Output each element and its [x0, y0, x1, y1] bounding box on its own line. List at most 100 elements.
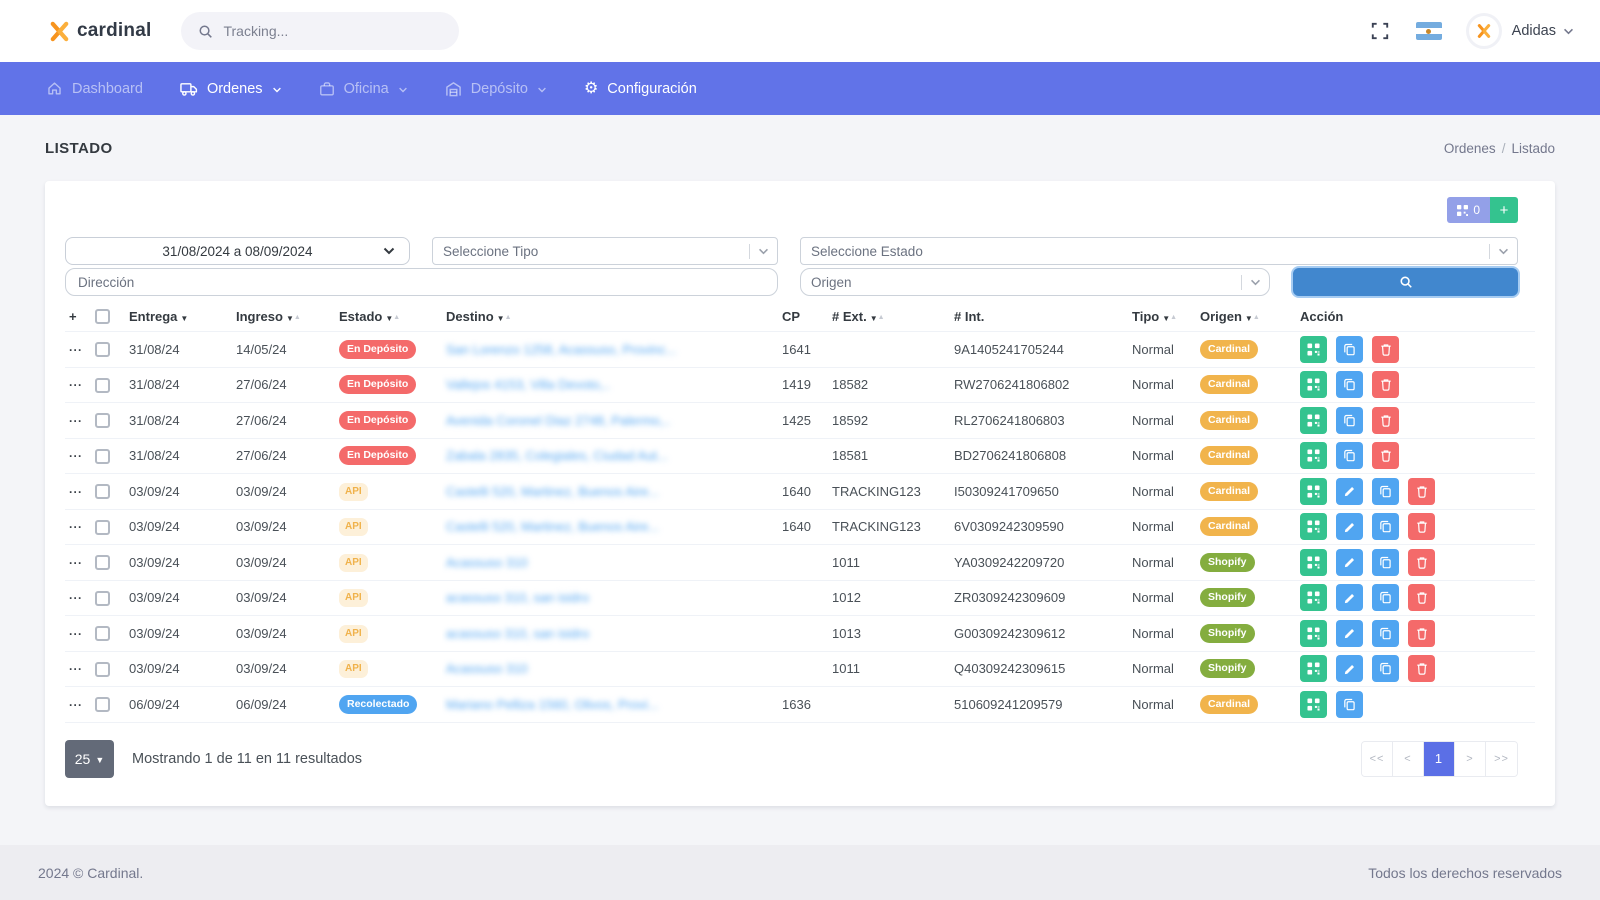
destino-link[interactable]: San Lorenzo 1258, Acassuso, Provinc...: [446, 342, 677, 357]
row-expand-toggle[interactable]: ···: [69, 378, 83, 392]
copy-button[interactable]: [1372, 655, 1399, 682]
copy-button[interactable]: [1372, 478, 1399, 505]
destino-link[interactable]: acassuso 310, san isidro: [446, 626, 589, 641]
edit-button[interactable]: [1336, 478, 1363, 505]
copy-button[interactable]: [1372, 584, 1399, 611]
user-menu[interactable]: Adidas: [1512, 23, 1556, 39]
delete-button[interactable]: [1408, 549, 1435, 576]
copy-button[interactable]: [1372, 549, 1399, 576]
delete-button[interactable]: [1372, 371, 1399, 398]
row-expand-toggle[interactable]: ···: [69, 556, 83, 570]
qr-code-button[interactable]: [1300, 442, 1327, 469]
qr-code-button[interactable]: [1300, 620, 1327, 647]
row-expand-toggle[interactable]: ···: [69, 591, 83, 605]
user-avatar[interactable]: [1466, 13, 1502, 49]
tipo-select[interactable]: Seleccione Tipo: [432, 237, 778, 265]
row-checkbox[interactable]: [95, 626, 110, 641]
row-checkbox[interactable]: [95, 697, 110, 712]
row-expand-toggle[interactable]: ···: [69, 485, 83, 499]
row-expand-toggle[interactable]: ···: [69, 698, 83, 712]
row-checkbox[interactable]: [95, 555, 110, 570]
direccion-input[interactable]: Dirección: [65, 268, 778, 296]
row-expand-toggle[interactable]: ···: [69, 627, 83, 641]
qr-code-button[interactable]: [1300, 336, 1327, 363]
row-expand-toggle[interactable]: ···: [69, 520, 83, 534]
edit-button[interactable]: [1336, 513, 1363, 540]
delete-button[interactable]: [1372, 442, 1399, 469]
nav-item-oficina[interactable]: Oficina: [319, 81, 408, 97]
add-order-button[interactable]: +: [1490, 197, 1518, 223]
row-checkbox[interactable]: [95, 413, 110, 428]
destino-link[interactable]: Mariano Pelliza 1560, Olivos, Provi...: [446, 697, 658, 712]
copy-button[interactable]: [1336, 442, 1363, 469]
pagination-prevprev[interactable]: <<: [1362, 742, 1393, 776]
qr-code-button[interactable]: [1300, 691, 1327, 718]
row-checkbox[interactable]: [95, 662, 110, 677]
nav-item-deposito[interactable]: Depósito: [445, 81, 547, 97]
copy-button[interactable]: [1336, 407, 1363, 434]
delete-button[interactable]: [1408, 584, 1435, 611]
qr-code-button[interactable]: [1300, 549, 1327, 576]
pagination-page-1[interactable]: 1: [1424, 742, 1455, 776]
qr-code-button[interactable]: [1300, 371, 1327, 398]
destino-link[interactable]: Zabala 2835, Colegiales, Ciudad Aut...: [446, 448, 668, 463]
delete-button[interactable]: [1372, 336, 1399, 363]
delete-button[interactable]: [1408, 478, 1435, 505]
fullscreen-button[interactable]: [1370, 21, 1390, 41]
edit-button[interactable]: [1336, 620, 1363, 647]
copy-button[interactable]: [1336, 691, 1363, 718]
row-expand-toggle[interactable]: ···: [69, 414, 83, 428]
column-header-Ingreso[interactable]: Ingreso▼▲: [232, 302, 335, 332]
delete-button[interactable]: [1372, 407, 1399, 434]
row-expand-toggle[interactable]: ···: [69, 449, 83, 463]
destino-link[interactable]: Acassuso 310: [446, 661, 528, 676]
column-header-Entrega[interactable]: Entrega▼: [125, 302, 232, 332]
language-flag-button[interactable]: [1416, 22, 1442, 40]
copy-button[interactable]: [1372, 513, 1399, 540]
row-checkbox[interactable]: [95, 449, 110, 464]
scan-counter-button[interactable]: 0: [1447, 197, 1490, 223]
copy-button[interactable]: [1336, 371, 1363, 398]
row-checkbox[interactable]: [95, 520, 110, 535]
qr-code-button[interactable]: [1300, 478, 1327, 505]
column-header-Estado[interactable]: Estado▼▲: [335, 302, 442, 332]
estado-select[interactable]: Seleccione Estado: [800, 237, 1518, 265]
search-button[interactable]: [1293, 268, 1518, 296]
delete-button[interactable]: [1408, 620, 1435, 647]
nav-item-ordenes[interactable]: Ordenes: [180, 81, 282, 97]
edit-button[interactable]: [1336, 549, 1363, 576]
qr-code-button[interactable]: [1300, 407, 1327, 434]
destino-link[interactable]: Avenida Coronel Diaz 2748, Palermo,..: [446, 413, 671, 428]
destino-link[interactable]: Vallejos 4153, Villa Devoto,..: [446, 377, 610, 392]
row-expand-toggle[interactable]: ···: [69, 343, 83, 357]
breadcrumb-parent[interactable]: Ordenes: [1444, 141, 1496, 156]
qr-code-button[interactable]: [1300, 655, 1327, 682]
nav-item-configuracion[interactable]: ⚙Configuración: [584, 80, 697, 97]
nav-item-dashboard[interactable]: Dashboard: [46, 80, 143, 97]
pagination-prev[interactable]: <: [1393, 742, 1424, 776]
row-checkbox[interactable]: [95, 591, 110, 606]
delete-button[interactable]: [1408, 655, 1435, 682]
tracking-search-input[interactable]: Tracking...: [181, 12, 459, 50]
column-header-Tipo[interactable]: Tipo▼▲: [1128, 302, 1196, 332]
row-checkbox[interactable]: [95, 378, 110, 393]
edit-button[interactable]: [1336, 584, 1363, 611]
destino-link[interactable]: Acassuso 310: [446, 555, 528, 570]
column-header-# Ext.[interactable]: # Ext.▼▲: [828, 302, 950, 332]
origen-select[interactable]: Origen: [800, 268, 1270, 296]
column-header-Origen[interactable]: Origen▼▲: [1196, 302, 1296, 332]
row-checkbox[interactable]: [95, 484, 110, 499]
qr-code-button[interactable]: [1300, 513, 1327, 540]
destino-link[interactable]: Castelli 520, Martinez, Buenos Aire...: [446, 519, 659, 534]
destino-link[interactable]: acassuso 310, san isidro: [446, 590, 589, 605]
select-all-checkbox[interactable]: [95, 309, 110, 324]
qr-code-button[interactable]: [1300, 584, 1327, 611]
page-size-select[interactable]: 25 ▼: [65, 740, 114, 778]
pagination-nextnext[interactable]: >>: [1486, 742, 1517, 776]
delete-button[interactable]: [1408, 513, 1435, 540]
row-expand-toggle[interactable]: ···: [69, 662, 83, 676]
edit-button[interactable]: [1336, 655, 1363, 682]
copy-button[interactable]: [1336, 336, 1363, 363]
brand-logo[interactable]: cardinal: [48, 20, 151, 43]
destino-link[interactable]: Castelli 520, Martinez, Buenos Aire...: [446, 484, 659, 499]
